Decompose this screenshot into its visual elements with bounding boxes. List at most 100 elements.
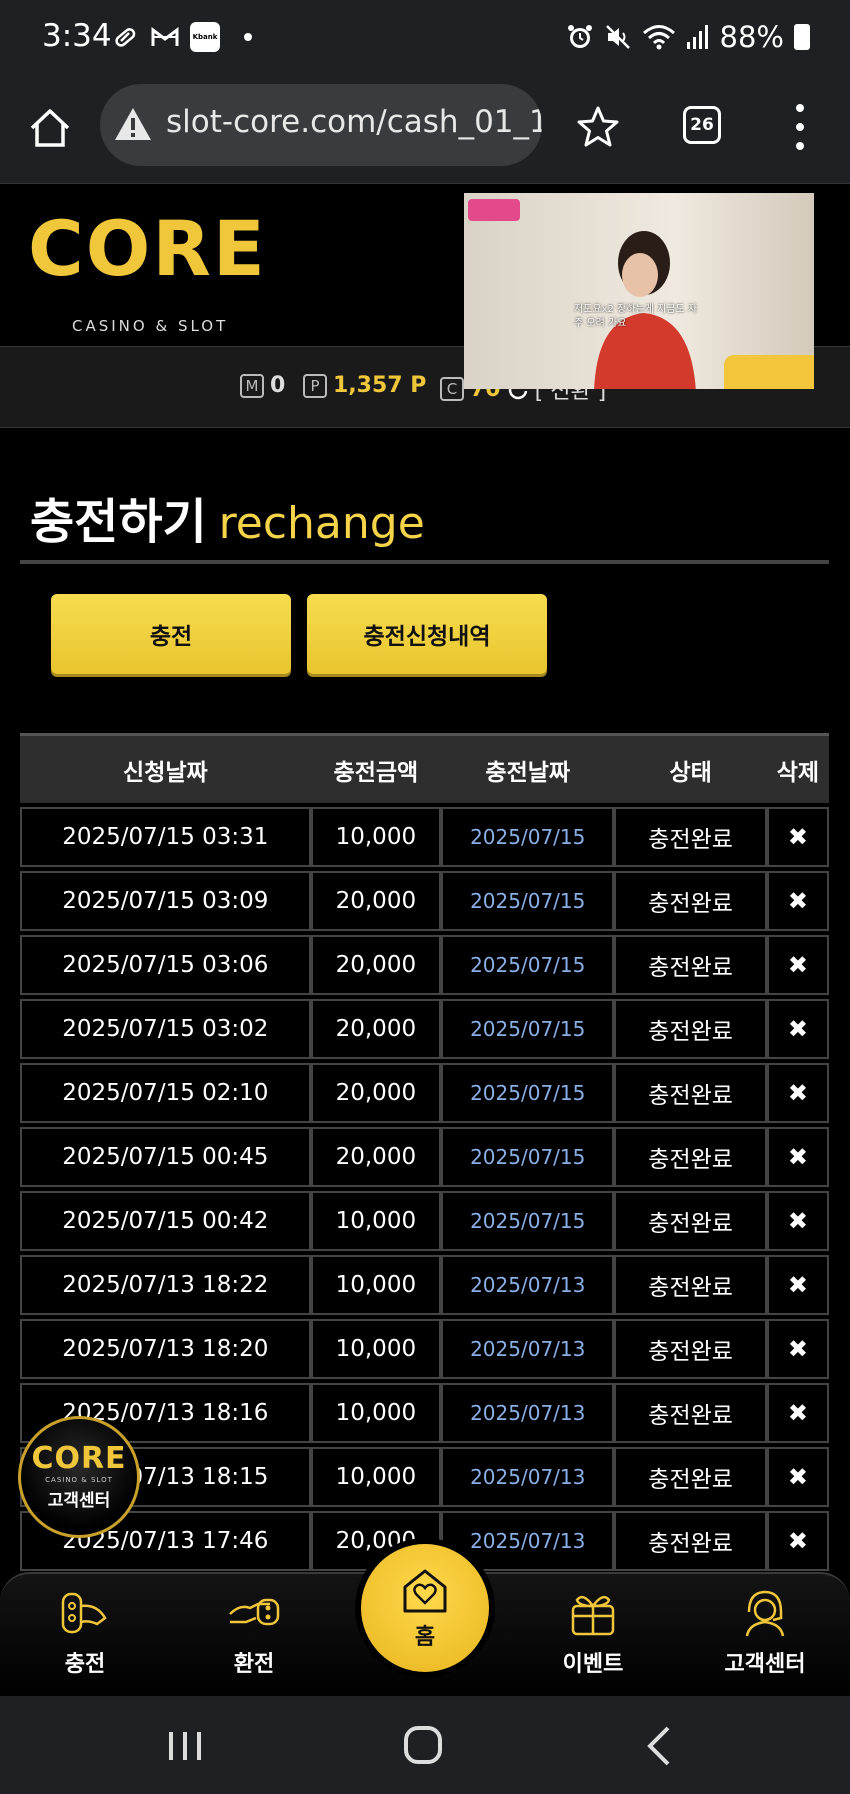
cell-request-date: 2025/07/13 18:22 (20, 1255, 311, 1315)
alarm-icon (567, 25, 592, 48)
coin-icon: C (440, 377, 464, 401)
home-heart-icon (403, 1569, 447, 1613)
cell-request-date: 2025/07/15 03:09 (20, 871, 311, 931)
cell-status: 충전완료 (614, 1191, 767, 1251)
cell-charge-date: 2025/07/15 (441, 999, 615, 1059)
mute-icon (605, 25, 630, 49)
core-logo[interactable]: CORE CASINO & SLOT (28, 211, 288, 336)
nav-home[interactable]: 홈 (355, 1538, 495, 1678)
charge-button[interactable]: 충전 (51, 594, 291, 674)
nav-exchange[interactable]: 환전 (194, 1584, 314, 1678)
notification-icons: Kbank (110, 22, 252, 52)
more-notifications-dot (244, 33, 252, 41)
cell-status: 충전완료 (614, 999, 767, 1059)
cell-status: 충전완료 (614, 1447, 767, 1507)
page-title-ko: 충전하기 (30, 494, 207, 550)
browser-home-icon[interactable] (28, 106, 72, 150)
gmail-icon (150, 22, 180, 52)
nav-event-label: 이벤트 (562, 1652, 624, 1677)
point-balance: P 1,357 P (303, 373, 426, 398)
cell-amount: 20,000 (310, 871, 442, 931)
col-amount: 충전금액 (310, 733, 442, 803)
nav-support-label: 고객센터 (724, 1652, 806, 1677)
delete-icon[interactable]: ✖ (766, 1127, 829, 1187)
money-value: 0 (270, 373, 286, 398)
exchange-icon (229, 1598, 280, 1626)
wifi-icon (642, 25, 675, 50)
address-bar[interactable]: slot-core.com/cash_01_1 (100, 84, 542, 166)
cell-amount: 20,000 (310, 1063, 442, 1123)
cell-status: 충전완료 (614, 807, 767, 867)
table-row: 2025/07/15 03:02 20,000 2025/07/15 충전완료 ✖ (20, 999, 829, 1059)
delete-icon[interactable]: ✖ (766, 807, 829, 867)
cell-amount: 10,000 (310, 1447, 442, 1507)
charge-history-table: 신청날짜 충전금액 충전날짜 상태 삭제 2025/07/15 03:31 10,… (20, 729, 829, 1572)
nav-charge-label: 충전 (64, 1652, 106, 1677)
system-indicators: 88% (566, 20, 810, 54)
delete-icon[interactable]: ✖ (766, 1383, 829, 1443)
video-show-badge (468, 199, 520, 221)
warning-icon[interactable] (114, 106, 152, 142)
delete-icon[interactable]: ✖ (766, 1191, 829, 1251)
cell-charge-date: 2025/07/13 (441, 1383, 615, 1443)
cell-status: 충전완료 (614, 1255, 767, 1315)
cell-status: 충전완료 (614, 935, 767, 995)
android-nav-bar (0, 1696, 850, 1794)
bookmark-star-icon[interactable] (575, 104, 621, 150)
point-icon: P (303, 373, 327, 398)
gift-icon (571, 1595, 615, 1636)
nav-support[interactable]: 고객센터 (705, 1584, 825, 1678)
delete-icon[interactable]: ✖ (766, 871, 829, 931)
charge-icon (61, 1592, 107, 1634)
cell-amount: 20,000 (310, 1127, 442, 1187)
table-row: 2025/07/13 18:20 10,000 2025/07/13 충전완료 ✖ (20, 1319, 829, 1379)
cell-request-date: 2025/07/15 00:45 (20, 1127, 311, 1187)
delete-icon[interactable]: ✖ (766, 1319, 829, 1379)
recent-apps-icon[interactable] (160, 1724, 210, 1768)
col-status: 상태 (614, 733, 767, 803)
cell-amount: 20,000 (310, 999, 442, 1059)
cell-request-date: 2025/07/15 03:02 (20, 999, 311, 1059)
cell-charge-date: 2025/07/15 (441, 1191, 615, 1251)
cell-amount: 10,000 (310, 807, 442, 867)
delete-icon[interactable]: ✖ (766, 1511, 829, 1571)
point-value: 1,357 P (333, 373, 427, 398)
logo-subtitle: CASINO & SLOT (72, 317, 229, 335)
cell-status: 충전완료 (614, 1511, 767, 1571)
floating-support-button[interactable]: CORE CASINO & SLOT 고객센터 (18, 1416, 140, 1538)
delete-icon[interactable]: ✖ (766, 999, 829, 1059)
delete-icon[interactable]: ✖ (766, 1447, 829, 1507)
nav-charge[interactable]: 충전 (25, 1584, 145, 1678)
tab-switcher-button[interactable]: 26 (683, 106, 721, 144)
col-request-date: 신청날짜 (20, 733, 311, 803)
browser-menu-icon[interactable] (790, 104, 810, 150)
android-back-icon[interactable] (636, 1724, 686, 1768)
pill-icon (110, 22, 140, 52)
table-row: 2025/07/15 03:09 20,000 2025/07/15 충전완료 ✖ (20, 871, 829, 931)
cell-amount: 10,000 (310, 1319, 442, 1379)
video-caption: 저도요x2 장하는게 지금도 자주 오려 가요 (574, 304, 698, 329)
delete-icon[interactable]: ✖ (766, 1255, 829, 1315)
delete-icon[interactable]: ✖ (766, 935, 829, 995)
delete-icon[interactable]: ✖ (766, 1063, 829, 1123)
cell-charge-date: 2025/07/13 (441, 1319, 615, 1379)
charge-history-button[interactable]: 충전신청내역 (307, 594, 547, 674)
cell-charge-date: 2025/07/15 (441, 1063, 615, 1123)
support-logo-sub: CASINO & SLOT (45, 1475, 113, 1484)
cell-amount: 20,000 (310, 935, 442, 995)
status-time: 3:34 (42, 18, 112, 54)
pip-video[interactable]: 저도요x2 장하는게 지금도 자주 오려 가요 (464, 193, 814, 389)
android-home-icon[interactable] (398, 1724, 448, 1768)
url-text[interactable]: slot-core.com/cash_01_1 (166, 104, 542, 140)
cell-charge-date: 2025/07/13 (441, 1255, 615, 1315)
money-balance: M 0 (240, 373, 285, 398)
table-row: 2025/07/13 18:15 10,000 2025/07/13 충전완료 ✖ (20, 1447, 829, 1507)
cell-request-date: 2025/07/15 02:10 (20, 1063, 311, 1123)
kbank-icon: Kbank (190, 22, 220, 52)
nav-event[interactable]: 이벤트 (533, 1584, 653, 1678)
cell-status: 충전완료 (614, 1383, 767, 1443)
battery-icon (794, 24, 810, 50)
col-delete: 삭제 (766, 733, 829, 803)
cell-amount: 10,000 (310, 1191, 442, 1251)
cell-status: 충전완료 (614, 1319, 767, 1379)
